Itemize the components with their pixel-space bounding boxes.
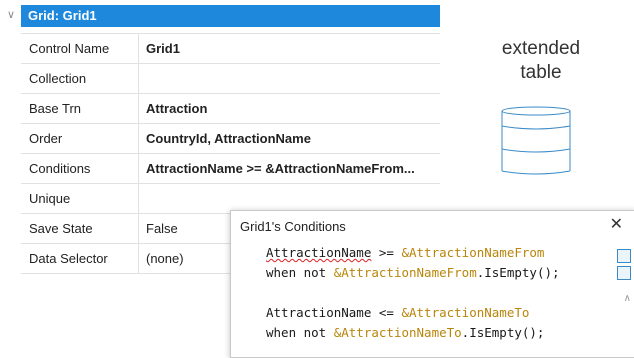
property-row-conditions[interactable]: Conditions AttractionName >= &Attraction… (21, 154, 440, 184)
property-name: Conditions (21, 154, 139, 183)
extended-table-label: extended table (470, 37, 612, 85)
code-line: when not &AttractionNameFrom.IsEmpty(); (266, 265, 560, 280)
scroll-up-icon[interactable]: ∧ (624, 293, 631, 304)
code-variable: &AttractionNameTo (333, 325, 462, 340)
dialog-title: Grid1's Conditions (240, 219, 346, 234)
code-token: .IsEmpty(); (461, 325, 545, 340)
code-token: >= (371, 245, 402, 260)
property-value[interactable]: CountryId, AttractionName (139, 124, 440, 153)
property-name: Save State (21, 214, 139, 243)
code-token: when not (266, 265, 334, 280)
list-icon[interactable] (617, 266, 631, 280)
property-row-order[interactable]: Order CountryId, AttractionName (21, 124, 440, 154)
property-name: Base Trn (21, 94, 139, 123)
property-value[interactable]: Grid1 (139, 34, 440, 63)
code-token: when not (266, 325, 334, 340)
property-value[interactable] (139, 184, 440, 213)
property-row-base-trn[interactable]: Base Trn Attraction (21, 94, 440, 124)
property-name: Collection (21, 64, 139, 93)
panel-title: Grid: Grid1 (28, 8, 97, 23)
property-value[interactable]: AttractionName >= &AttractionNameFrom... (139, 154, 440, 183)
text-icon[interactable] (617, 249, 631, 263)
properties-header: ∨ Grid: Grid1 (0, 5, 440, 27)
code-line: AttractionName <= &AttractionNameTo (266, 305, 529, 320)
annotation-line-2: table (520, 62, 562, 83)
code-line: when not &AttractionNameTo.IsEmpty(); (266, 325, 544, 340)
code-token: AttractionName <= (266, 305, 402, 320)
conditions-code-editor[interactable]: AttractionName >= &AttractionNameFrom wh… (266, 243, 560, 343)
code-variable: &AttractionNameFrom (333, 265, 477, 280)
code-variable: &AttractionNameTo (401, 305, 530, 320)
chevron-down-icon[interactable]: ∨ (5, 8, 17, 22)
code-token: AttractionName (266, 245, 372, 260)
property-row-control-name[interactable]: Control Name Grid1 (21, 34, 440, 64)
editor-side-icons (617, 249, 631, 283)
property-value[interactable] (139, 64, 440, 93)
property-name: Order (21, 124, 139, 153)
code-token: .IsEmpty(); (476, 265, 560, 280)
property-name: Control Name (21, 34, 139, 63)
code-variable: &AttractionNameFrom (401, 245, 545, 260)
close-icon[interactable]: ✕ (610, 216, 623, 234)
code-line: AttractionName >= &AttractionNameFrom (266, 245, 544, 260)
property-value[interactable]: Attraction (139, 94, 440, 123)
property-name: Unique (21, 184, 139, 213)
annotation-line-1: extended (501, 38, 581, 59)
property-name: Data Selector (21, 244, 139, 273)
database-icon (501, 106, 571, 175)
conditions-dialog: Grid1's Conditions ✕ AttractionName >= &… (230, 210, 634, 358)
property-row-collection[interactable]: Collection (21, 64, 440, 94)
